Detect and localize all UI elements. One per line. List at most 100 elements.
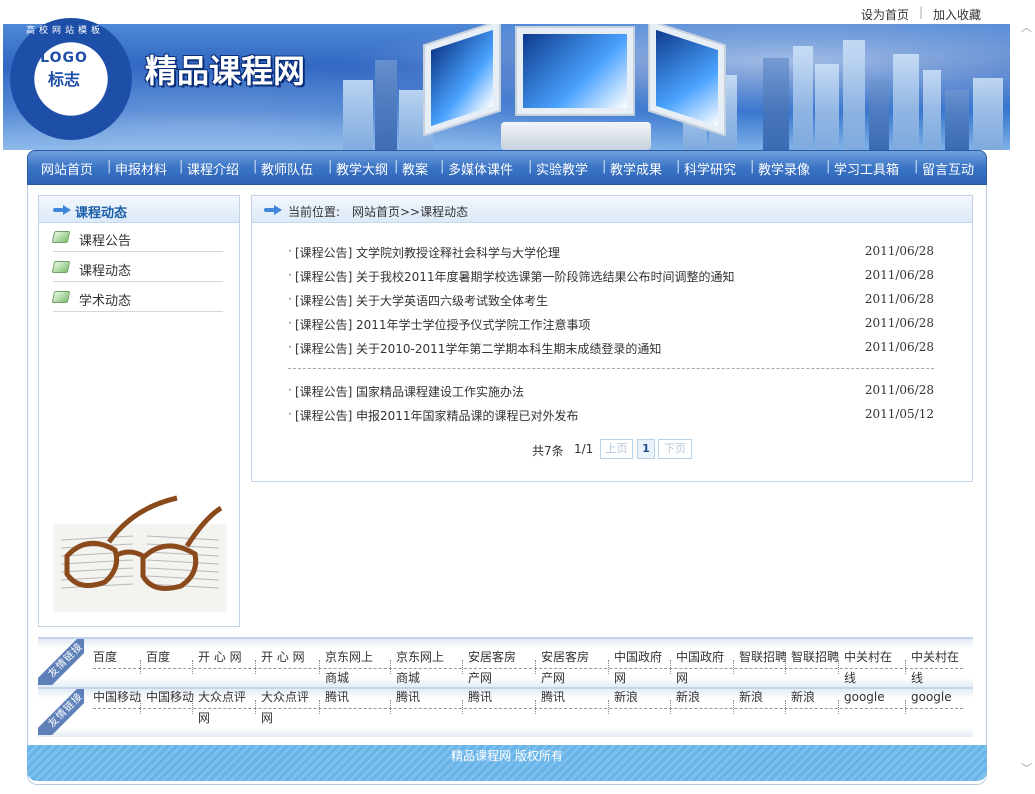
bullet: · [288, 292, 292, 306]
nav-divider: | [528, 159, 533, 174]
friend-link-divider [785, 660, 786, 674]
friend-link[interactable]: 中国移动 [146, 687, 194, 708]
content-box: 当前位置: 网站首页>>课程动态 · [课程公告] 文学院刘教授诠释社会科学与大学伦… [251, 195, 973, 482]
news-item[interactable]: · [课程公告] 申报2011年国家精品课的课程已对外发布 2011/05/12 [288, 405, 934, 425]
friend-link-divider [140, 660, 141, 674]
news-category[interactable]: [课程公告] [295, 268, 352, 285]
sidebar-item-label: 学术动态 [79, 294, 132, 309]
nav-item-12[interactable]: 留言互动 [922, 159, 974, 178]
friend-link[interactable]: 新浪 [676, 687, 700, 708]
news-title[interactable]: 关于大学英语四六级考试致全体考生 [356, 292, 548, 309]
friend-links: 友情链接 友情链接 百度 百度开 心 网开 心 网京东网上商城 京东网上商城 安居客房… [38, 637, 973, 742]
news-category[interactable]: [课程公告] [295, 340, 352, 357]
news-category[interactable]: [课程公告] [295, 244, 352, 261]
vertical-scrollbar[interactable]: ︿ ﹀ [1018, 0, 1035, 794]
friend-link-label: 开 心 网 [198, 650, 242, 664]
friend-link[interactable]: 腾讯 [541, 687, 565, 708]
friend-link[interactable]: 智联招聘 [791, 647, 839, 668]
friend-link[interactable]: 百度 [146, 647, 170, 668]
friend-link[interactable]: 新浪 [614, 687, 638, 708]
nav-divider: | [253, 159, 258, 174]
glasses-on-book-image [53, 495, 227, 612]
friend-link[interactable]: 开 心 网 [198, 647, 242, 668]
friend-link-divider [535, 660, 536, 674]
location-label: 当前位置: [288, 205, 341, 219]
friend-link-label: 腾讯 [325, 690, 350, 704]
friend-link[interactable]: 开 心 网 [261, 647, 305, 668]
news-item[interactable]: · [课程公告] 关于2010-2011学年第二学期本科生期末成绩登录的通知 2011… [288, 338, 934, 358]
nav-item-9[interactable]: 科学研究 [684, 159, 736, 178]
news-item[interactable]: · [课程公告] 文学院刘教授诠释社会科学与大学伦理 2011/06/28 [288, 242, 934, 262]
friend-link[interactable]: 百度 [93, 647, 117, 668]
nav-item-2[interactable]: 课程介绍 [187, 159, 239, 178]
friend-link-divider [535, 700, 536, 714]
news-title[interactable]: 国家精品课程建设工作实施办法 [356, 383, 524, 400]
news-item[interactable]: · [课程公告] 关于我校2011年度暑期学校选课第一阶段筛选结果公布时间调整的通知… [288, 266, 934, 286]
set-homepage-link[interactable]: 设为首页 [861, 6, 909, 23]
nav-item-1[interactable]: 申报材料 [115, 159, 167, 178]
friend-link[interactable]: 腾讯 [396, 687, 420, 708]
nav-item-0[interactable]: 网站首页 [41, 159, 93, 178]
scroll-down-icon[interactable]: ﹀ [1021, 763, 1032, 774]
nav-divider: | [914, 159, 919, 174]
footer: 精品课程网 版权所有 [27, 745, 987, 781]
news-item[interactable]: · [课程公告] 2011年学士学位授予仪式学院工作注意事项 2011/06/28 [288, 314, 934, 334]
news-item[interactable]: · [课程公告] 关于大学英语四六级考试致全体考生 2011/06/28 [288, 290, 934, 310]
news-date: 2011/06/28 [864, 316, 934, 330]
news-title[interactable]: 文学院刘教授诠释社会科学与大学伦理 [356, 244, 560, 261]
friend-link[interactable]: 智联招聘 [739, 647, 787, 668]
news-title[interactable]: 申报2011年国家精品课的课程已对外发布 [356, 407, 579, 424]
ribbon-label: 友情链接 [38, 689, 84, 735]
news-category[interactable]: [课程公告] [295, 383, 352, 400]
news-item[interactable]: · [课程公告] 国家精品课程建设工作实施办法 2011/06/28 [288, 381, 934, 401]
nav-item-5[interactable]: 教案 [402, 159, 428, 178]
next-page-button[interactable]: 下页 [658, 439, 692, 459]
news-title[interactable]: 关于我校2011年度暑期学校选课第一阶段筛选结果公布时间调整的通知 [356, 268, 735, 285]
news-category[interactable]: [课程公告] [295, 316, 352, 333]
logo-text: LOGO [40, 50, 88, 66]
book-icon [51, 231, 71, 243]
nav-divider: | [107, 159, 112, 174]
friend-link-divider [192, 660, 193, 674]
friend-link[interactable]: 新浪 [739, 687, 763, 708]
add-favorite-link[interactable]: 加入收藏 [933, 6, 981, 23]
friend-link-label: 新浪 [739, 690, 764, 704]
friend-link[interactable]: 中国移动 [93, 687, 141, 708]
friend-link-divider [390, 660, 391, 674]
friend-links-ribbon: 友情链接 [38, 639, 84, 685]
news-category[interactable]: [课程公告] [295, 292, 352, 309]
sidebar-item-academic-news[interactable]: 学术动态 [51, 286, 223, 312]
friend-link[interactable]: 腾讯 [325, 687, 349, 708]
friend-link-divider [670, 660, 671, 674]
nav-item-8[interactable]: 教学成果 [610, 159, 662, 178]
nav-item-6[interactable]: 多媒体课件 [448, 159, 513, 178]
friend-link[interactable]: 新浪 [791, 687, 815, 708]
sidebar-item-course-news[interactable]: 课程动态 [51, 256, 223, 282]
news-date: 2011/06/28 [864, 292, 934, 306]
breadcrumb[interactable]: 网站首页>>课程动态 [352, 203, 468, 220]
nav-item-7[interactable]: 实验教学 [536, 159, 588, 178]
friend-link-label: 腾讯 [396, 690, 421, 704]
bullet: · [288, 244, 292, 258]
news-title[interactable]: 2011年学士学位授予仪式学院工作注意事项 [356, 316, 591, 333]
sidebar-item-course-notice[interactable]: 课程公告 [51, 226, 223, 252]
friend-link[interactable]: google [911, 687, 952, 708]
page-1-button[interactable]: 1 [637, 439, 655, 459]
friend-link[interactable]: 腾讯 [468, 687, 492, 708]
friend-link-label: 中国移动 [146, 690, 195, 704]
nav-item-10[interactable]: 教学录像 [758, 159, 810, 178]
site-title: 精品课程网 [145, 52, 306, 90]
news-category[interactable]: [课程公告] [295, 407, 352, 424]
news-divider [288, 368, 934, 369]
building [343, 80, 373, 150]
building [869, 80, 889, 150]
prev-page-button[interactable]: 上页 [600, 439, 633, 459]
news-title[interactable]: 关于2010-2011学年第二学期本科生期末成绩登录的通知 [356, 340, 661, 357]
friend-link[interactable]: google [844, 687, 885, 708]
nav-item-11[interactable]: 学习工具箱 [834, 159, 899, 178]
nav-item-4[interactable]: 教学大纲 [336, 159, 388, 178]
nav-item-3[interactable]: 教师队伍 [261, 159, 313, 178]
friend-links-dashed-line [93, 708, 963, 709]
scroll-up-icon[interactable]: ︿ [1021, 22, 1032, 33]
building [945, 90, 969, 150]
